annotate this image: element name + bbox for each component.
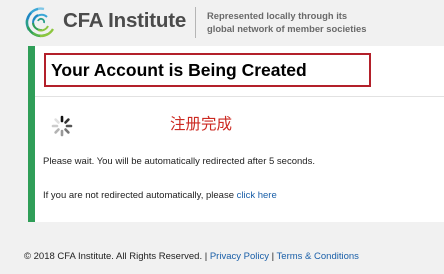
copyright-text: © 2018 CFA Institute. All Rights Reserve…: [24, 251, 203, 262]
click-here-link[interactable]: click here: [237, 190, 277, 201]
site-footer: © 2018 CFA Institute. All Rights Reserve…: [24, 251, 359, 262]
header-tagline: Represented locally through its global n…: [207, 9, 407, 35]
footer-separator: |: [268, 251, 277, 262]
site-header: CFA Institute Represented locally throug…: [0, 0, 444, 44]
tagline-line-1: Represented locally through its: [207, 10, 348, 21]
redirect-fallback-message: If you are not redirected automatically,…: [43, 190, 277, 201]
footer-separator: |: [202, 251, 210, 262]
cfa-globe-logo-icon[interactable]: [23, 4, 59, 40]
header-divider: [195, 7, 196, 38]
page-title: Your Account is Being Created: [44, 53, 371, 87]
tagline-line-2: global network of member societies: [207, 23, 367, 34]
fallback-text: If you are not redirected automatically,…: [43, 190, 234, 201]
logo-wordmark[interactable]: CFA Institute: [63, 9, 186, 33]
redirect-wait-message: Please wait. You will be automatically r…: [43, 156, 315, 167]
privacy-policy-link[interactable]: Privacy Policy: [210, 251, 269, 262]
card-divider: [35, 96, 444, 97]
registration-complete-annotation: 注册完成: [170, 116, 233, 133]
account-status-card: Your Account is Being Created 注册完成 Pleas…: [28, 46, 444, 222]
terms-conditions-link[interactable]: Terms & Conditions: [277, 251, 359, 262]
loading-spinner-icon: [51, 115, 73, 137]
